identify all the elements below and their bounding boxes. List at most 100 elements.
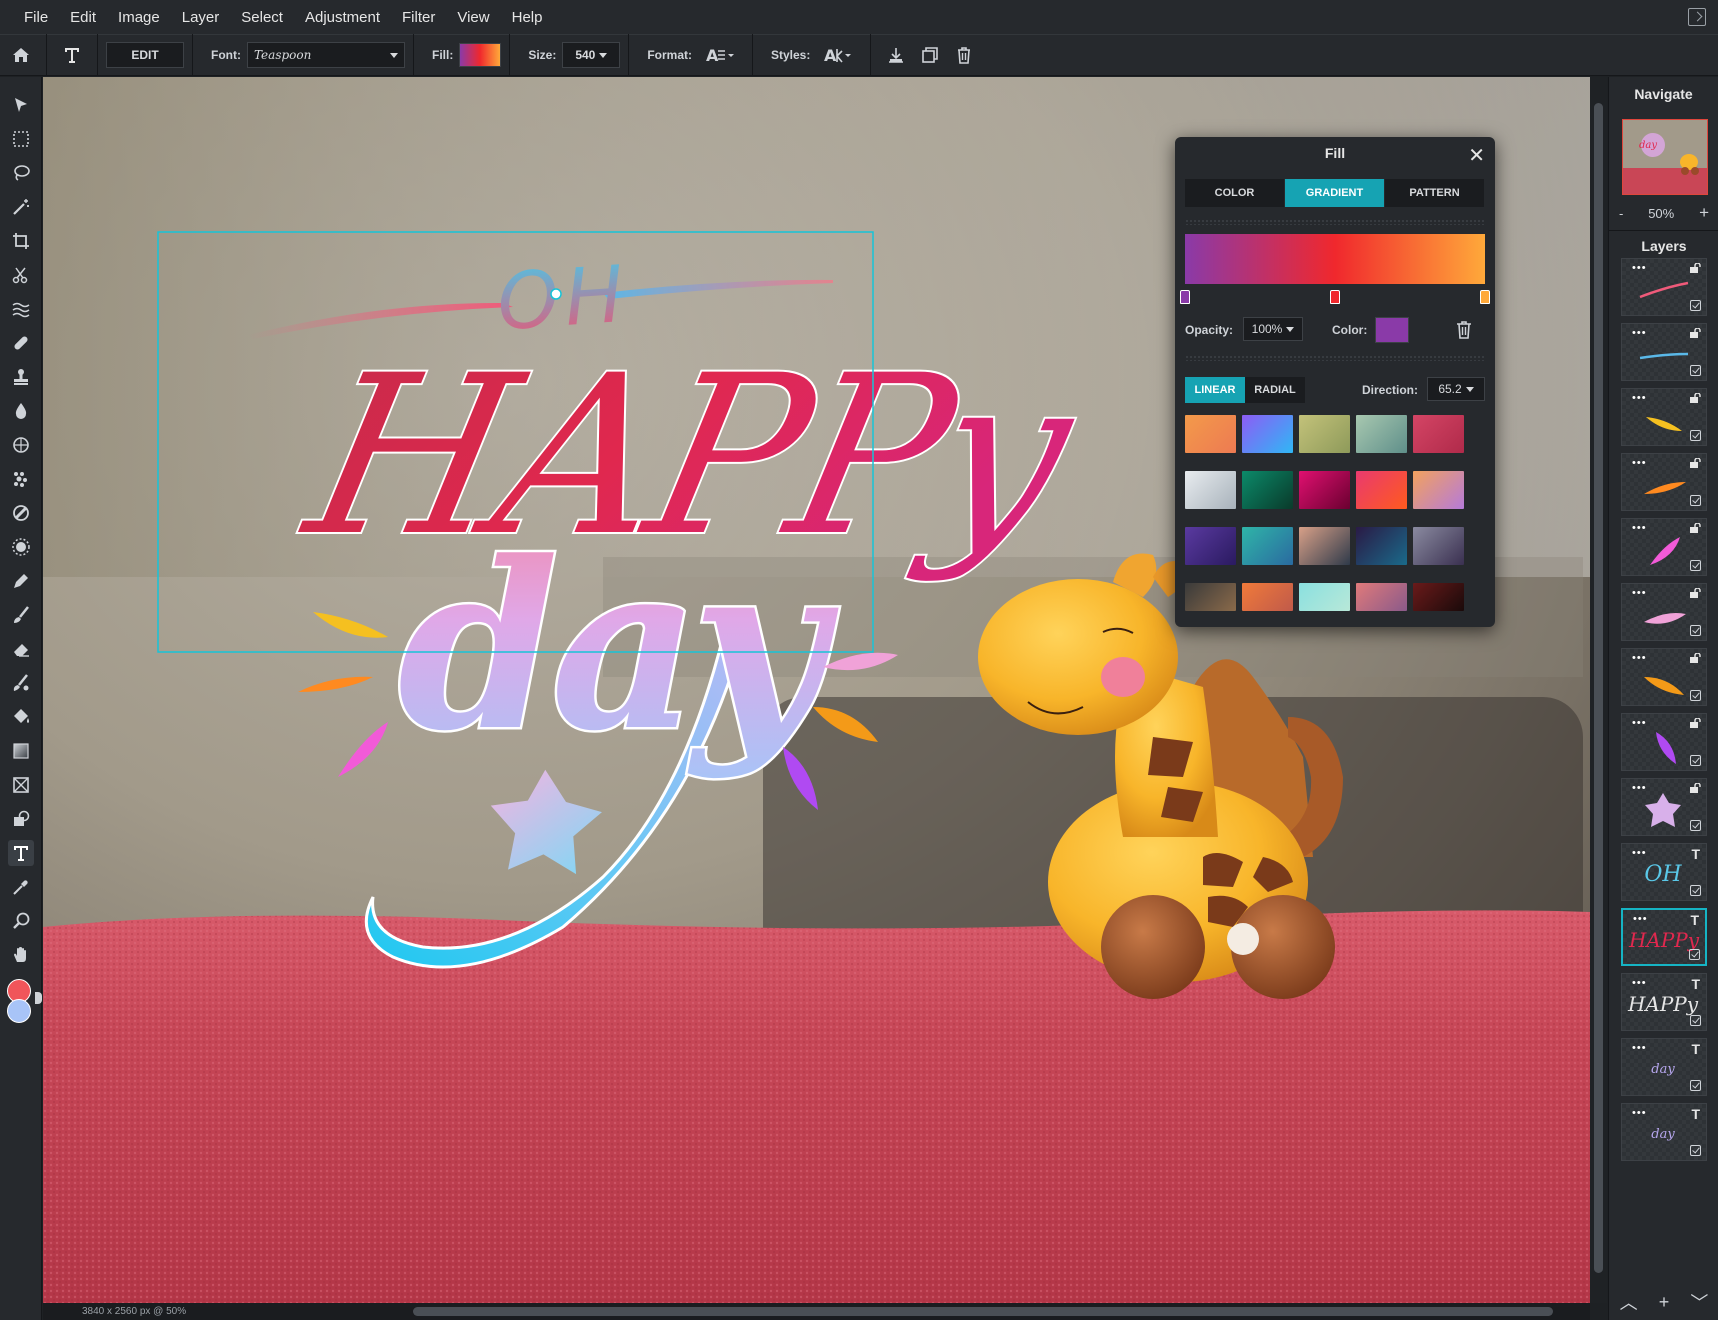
size-select[interactable]: 540 (562, 42, 621, 68)
menu-image[interactable]: Image (107, 9, 171, 26)
gradient-preset-swatch[interactable] (1356, 471, 1407, 509)
navigator-thumbnail[interactable]: day (1622, 119, 1708, 195)
duplicate-icon[interactable] (919, 44, 941, 66)
text-layer-item[interactable]: ••• OH T (1621, 843, 1707, 901)
liquify-tool-icon[interactable] (8, 296, 34, 322)
edit-button[interactable]: EDIT (106, 42, 184, 68)
blur-drop-icon[interactable] (8, 398, 34, 424)
gradient-tool-icon[interactable] (8, 738, 34, 764)
chevron-up-icon[interactable]: ︿ (1620, 1289, 1638, 1315)
gradient-preset-swatch[interactable] (1356, 415, 1407, 453)
eraser-tool-icon[interactable] (8, 636, 34, 662)
font-select[interactable]: Teaspoon (246, 42, 405, 68)
radial-button[interactable]: RADIAL (1245, 377, 1305, 403)
layer-visibility-checkbox[interactable] (1690, 560, 1701, 571)
shape-layer-item[interactable]: ••• (1621, 323, 1707, 381)
brush-tool-icon[interactable] (8, 602, 34, 628)
dodge-tool-icon[interactable] (8, 500, 34, 526)
gradient-stop-middle[interactable] (1330, 290, 1340, 304)
gradient-preset-swatch[interactable] (1242, 471, 1293, 509)
marquee-tool-icon[interactable] (8, 126, 34, 152)
lock-icon[interactable] (1689, 588, 1701, 598)
vertical-scroll-thumb[interactable] (1594, 103, 1603, 1273)
lock-icon[interactable] (1689, 653, 1701, 663)
hand-tool-icon[interactable] (8, 942, 34, 968)
horizontal-scroll-thumb[interactable] (413, 1307, 1553, 1316)
gradient-preset-swatch[interactable] (1185, 471, 1236, 509)
lock-icon[interactable] (1689, 718, 1701, 728)
layer-visibility-checkbox[interactable] (1690, 885, 1701, 896)
background-color-swatch[interactable] (7, 999, 31, 1023)
menu-edit[interactable]: Edit (59, 9, 107, 26)
shape-layer-item[interactable]: ••• (1621, 453, 1707, 511)
clone-stamp-icon[interactable] (8, 364, 34, 390)
sharpen-tool-icon[interactable] (8, 534, 34, 560)
gradient-preset-swatch[interactable] (1413, 583, 1464, 611)
delete-stop-icon[interactable] (1455, 320, 1473, 345)
text-styles-icon[interactable]: A (822, 44, 856, 66)
fill-swatch[interactable] (459, 43, 502, 67)
opacity-select[interactable]: 100% (1243, 317, 1303, 341)
collapse-panels-icon[interactable] (1688, 8, 1706, 26)
layer-visibility-checkbox[interactable] (1690, 820, 1701, 831)
layer-visibility-checkbox[interactable] (1690, 495, 1701, 506)
layer-visibility-checkbox[interactable] (1690, 1145, 1701, 1156)
pixelate-tool-icon[interactable] (8, 466, 34, 492)
close-icon[interactable]: ✕ (1468, 143, 1485, 168)
lock-icon[interactable] (1689, 458, 1701, 468)
gradient-preset-swatch[interactable] (1299, 471, 1350, 509)
zoom-tool-icon[interactable] (8, 908, 34, 934)
tab-pattern[interactable]: PATTERN (1385, 179, 1485, 207)
layer-visibility-checkbox[interactable] (1690, 300, 1701, 311)
layer-visibility-checkbox[interactable] (1690, 365, 1701, 376)
gradient-preset-swatch[interactable] (1299, 527, 1350, 565)
home-icon[interactable] (10, 44, 32, 66)
type-tool-icon[interactable] (8, 840, 34, 866)
text-layer-item[interactable]: ••• day T (1621, 1038, 1707, 1096)
shape-layer-item[interactable]: ••• (1621, 583, 1707, 641)
scissors-icon[interactable] (8, 262, 34, 288)
lock-icon[interactable] (1689, 328, 1701, 338)
layer-visibility-checkbox[interactable] (1690, 1080, 1701, 1091)
frame-tool-icon[interactable] (8, 772, 34, 798)
add-layer-icon[interactable]: + (1659, 1292, 1670, 1313)
gradient-preset-swatch[interactable] (1413, 415, 1464, 453)
menu-view[interactable]: View (446, 9, 500, 26)
shape-tool-icon[interactable] (8, 806, 34, 832)
gradient-preset-swatch[interactable] (1299, 415, 1350, 453)
sponge-tool-icon[interactable] (8, 432, 34, 458)
lasso-tool-icon[interactable] (8, 160, 34, 186)
linear-button[interactable]: LINEAR (1185, 377, 1245, 403)
shape-layer-item[interactable]: ••• (1621, 648, 1707, 706)
text-layer-item[interactable]: ••• day T (1621, 1103, 1707, 1161)
gradient-preset-swatch[interactable] (1356, 527, 1407, 565)
gradient-preset-swatch[interactable] (1242, 583, 1293, 611)
paint-bucket-icon[interactable] (8, 704, 34, 730)
menu-adjustment[interactable]: Adjustment (294, 9, 391, 26)
day-text-layer[interactable]: day (396, 510, 850, 785)
layer-visibility-checkbox[interactable] (1690, 1015, 1701, 1026)
gradient-preset-swatch[interactable] (1242, 527, 1293, 565)
direction-select[interactable]: 65.2 (1427, 377, 1485, 401)
shape-layer-item[interactable]: ••• (1621, 388, 1707, 446)
crop-tool-icon[interactable] (8, 228, 34, 254)
menu-select[interactable]: Select (230, 9, 294, 26)
layer-visibility-checkbox[interactable] (1690, 625, 1701, 636)
pen-tool-icon[interactable] (8, 568, 34, 594)
gradient-preset-swatch[interactable] (1413, 527, 1464, 565)
text-layer-item[interactable]: ••• HAPPy T (1621, 973, 1707, 1031)
tab-color[interactable]: COLOR (1185, 179, 1285, 207)
shape-layer-item[interactable]: ••• (1621, 713, 1707, 771)
swap-colors-icon[interactable] (35, 992, 42, 1004)
text-layer-item[interactable]: ••• HAPPy T (1621, 908, 1707, 966)
lock-icon[interactable] (1689, 783, 1701, 793)
layer-visibility-checkbox[interactable] (1689, 949, 1700, 960)
gradient-preset-swatch[interactable] (1299, 583, 1350, 611)
chevron-down-icon[interactable]: ﹀ (1690, 1289, 1708, 1315)
eyedropper-icon[interactable] (8, 874, 34, 900)
lock-icon[interactable] (1689, 263, 1701, 273)
horizontal-scrollbar[interactable] (43, 1303, 1590, 1320)
shape-layer-item[interactable]: ••• (1621, 778, 1707, 836)
healing-bandage-icon[interactable] (8, 330, 34, 356)
lock-icon[interactable] (1689, 393, 1701, 403)
